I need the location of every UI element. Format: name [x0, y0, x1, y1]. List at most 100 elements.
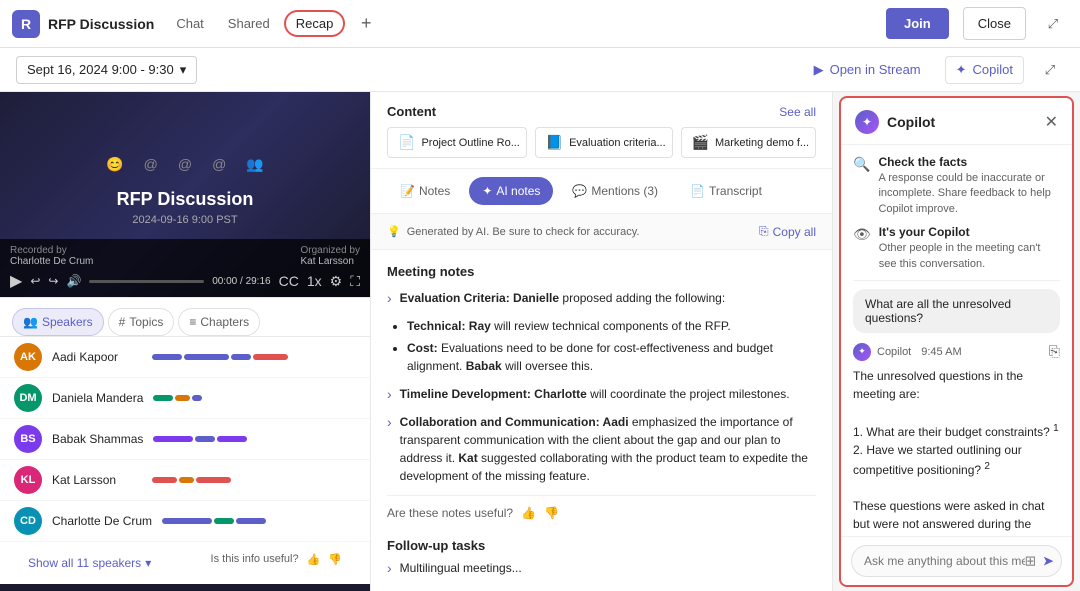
close-icon[interactable]: ✕	[1045, 112, 1058, 132]
thumbs-up-icon[interactable]: 👍	[307, 553, 321, 566]
center-panel: Content See all 📄 Project Outline Ro... …	[370, 92, 833, 591]
see-all-button[interactable]: See all	[779, 105, 816, 119]
your-copilot-desc: Other people in the meeting can't see th…	[879, 241, 1060, 272]
tab-transcript[interactable]: 📄 Transcript	[677, 177, 775, 205]
copy-response-icon[interactable]: ⎘	[1049, 343, 1060, 360]
tab-chapters[interactable]: ≡ Chapters	[178, 308, 260, 336]
chapters-icon: ≡	[189, 315, 196, 329]
transcript-icon: 📄	[690, 184, 705, 198]
ai-notice-bar: 💡 Generated by AI. Be sure to check for …	[371, 214, 832, 250]
tab-recap[interactable]: Recap	[284, 10, 346, 37]
speaker-name: Kat Larsson	[52, 473, 142, 487]
content-header: Content See all	[371, 92, 832, 127]
list-item: BS Babak Shammas	[0, 419, 370, 460]
mentions-icon: 💬	[572, 184, 587, 198]
video-player: 😊 @ @ @ 👥 RFP Discussion 2024-09-16 9:00…	[0, 92, 370, 297]
copilot-toggle-button[interactable]: ✦ Copilot	[945, 56, 1024, 84]
copilot-input-area: ⊞ ➤	[841, 536, 1072, 585]
input-icons: ⊞ ➤	[1025, 553, 1054, 570]
expand-icon[interactable]: ›	[387, 386, 392, 402]
notes-tabs: 📝 Notes ✦ AI notes 💬 Mentions (3) 📄 Tran…	[371, 168, 832, 214]
topics-icon: #	[119, 315, 126, 329]
copy-all-button[interactable]: ⎘ Copy all	[759, 224, 816, 239]
forward-icon[interactable]: ↪	[48, 274, 58, 288]
speed-icon[interactable]: 1x	[307, 273, 322, 290]
powerpoint-icon: 📄	[398, 134, 415, 151]
video-icon-4: @	[212, 156, 226, 173]
join-button[interactable]: Join	[886, 8, 949, 39]
useful-notes-row: Are these notes useful? 👍 👎	[387, 495, 816, 530]
add-tab-button[interactable]: +	[353, 11, 379, 37]
video-icon: 🎬	[692, 134, 709, 151]
note-text: Collaboration and Communication: Aadi em…	[400, 413, 816, 485]
copilot-response-logo: ✦	[853, 343, 871, 361]
response-text: The unresolved questions in the meeting …	[853, 367, 1060, 536]
send-icon[interactable]: ➤	[1042, 553, 1054, 570]
tab-mentions[interactable]: 💬 Mentions (3)	[559, 177, 671, 205]
thumbs-up-icon[interactable]: 👍	[521, 506, 536, 520]
expand-icon[interactable]: ›	[387, 560, 392, 576]
speaker-bars	[152, 477, 356, 483]
chevron-down-icon: ▾	[180, 62, 187, 78]
copilot-header: ✦ Copilot ✕	[841, 98, 1072, 145]
tab-chat[interactable]: Chat	[166, 10, 213, 37]
tab-notes[interactable]: 📝 Notes	[387, 177, 463, 205]
open-in-stream-button[interactable]: ▶ Open in Stream	[806, 57, 929, 83]
file-chip[interactable]: 📄 Project Outline Ro...	[387, 127, 527, 158]
bulb-icon: 💡	[387, 225, 401, 238]
response-time: 9:45 AM	[921, 346, 961, 358]
volume-icon[interactable]: 🔊	[66, 274, 81, 288]
expand-icon[interactable]: ›	[387, 414, 392, 430]
your-copilot-info: 👁 It's your Copilot Other people in the …	[853, 225, 1060, 272]
speaker-bars	[153, 436, 356, 442]
speakers-icon: 👥	[23, 315, 38, 329]
list-item: KL Kat Larsson	[0, 460, 370, 501]
tab-speakers[interactable]: 👥 Speakers	[12, 308, 104, 336]
tab-ai-notes[interactable]: ✦ AI notes	[469, 177, 553, 205]
avatar: DM	[14, 384, 42, 412]
list-item: AK Aadi Kapoor	[0, 337, 370, 378]
bullet-list: Technical: Ray will review technical com…	[407, 317, 816, 375]
copilot-logo: ✦	[855, 110, 879, 134]
list-item: Technical: Ray will review technical com…	[407, 317, 816, 335]
speaker-bars	[153, 395, 356, 401]
followup-title: Follow-up tasks	[387, 538, 816, 553]
file-chip[interactable]: 📘 Evaluation criteria...	[535, 127, 673, 158]
date-selector[interactable]: Sept 16, 2024 9:00 - 9:30 ▾	[16, 56, 197, 84]
thumbs-down-icon[interactable]: 👎	[544, 506, 559, 520]
check-facts-desc: A response could be inaccurate or incomp…	[878, 171, 1060, 217]
video-icon-5: 👥	[246, 156, 263, 173]
check-facts-info: 🔍 Check the facts A response could be in…	[853, 155, 1060, 217]
file-chip[interactable]: 🎬 Marketing demo f...	[681, 127, 817, 158]
video-icon-2: @	[144, 156, 158, 173]
grid-icon[interactable]: ⊞	[1025, 553, 1037, 570]
copilot-icon: ✦	[956, 62, 967, 78]
subtitle-icon[interactable]: CC	[279, 273, 299, 290]
your-copilot-title: It's your Copilot	[879, 225, 1060, 239]
note-text: Timeline Development: Charlotte will coo…	[400, 385, 790, 403]
tab-shared[interactable]: Shared	[218, 10, 280, 37]
thumbs-down-icon[interactable]: 👎	[328, 553, 342, 566]
chevron-down-icon: ▾	[145, 556, 151, 570]
show-all-speakers-button[interactable]: Show all 11 speakers ▾	[14, 548, 165, 578]
avatar: CD	[14, 507, 42, 535]
ai-notice-text: 💡 Generated by AI. Be sure to check for …	[387, 225, 639, 238]
close-button[interactable]: Close	[963, 7, 1026, 40]
fullscreen-icon[interactable]: ⛶	[350, 273, 360, 290]
progress-bar[interactable]	[89, 280, 204, 283]
settings-icon[interactable]: ⤢	[1036, 56, 1064, 84]
rewind-icon[interactable]: ↩	[30, 274, 40, 288]
play-icon[interactable]: ▶	[10, 271, 22, 291]
content-label: Content	[387, 104, 436, 119]
recorded-by-label: Recorded by Charlotte De Crum	[10, 245, 93, 267]
app-icon: R	[12, 10, 40, 38]
popout-button[interactable]: ⤢	[1038, 9, 1068, 39]
prompt-bubble[interactable]: What are all the unresolved questions?	[853, 289, 1060, 333]
tab-topics[interactable]: # Topics	[108, 308, 175, 336]
more-icon[interactable]: ⚙	[330, 273, 343, 290]
speaker-bars	[152, 354, 356, 360]
note-item: › Evaluation Criteria: Danielle proposed…	[387, 289, 816, 307]
expand-icon[interactable]: ›	[387, 290, 392, 306]
copy-icon: ⎘	[759, 224, 769, 239]
copilot-panel: ✦ Copilot ✕ 🔍 Check the facts A response…	[839, 96, 1074, 587]
